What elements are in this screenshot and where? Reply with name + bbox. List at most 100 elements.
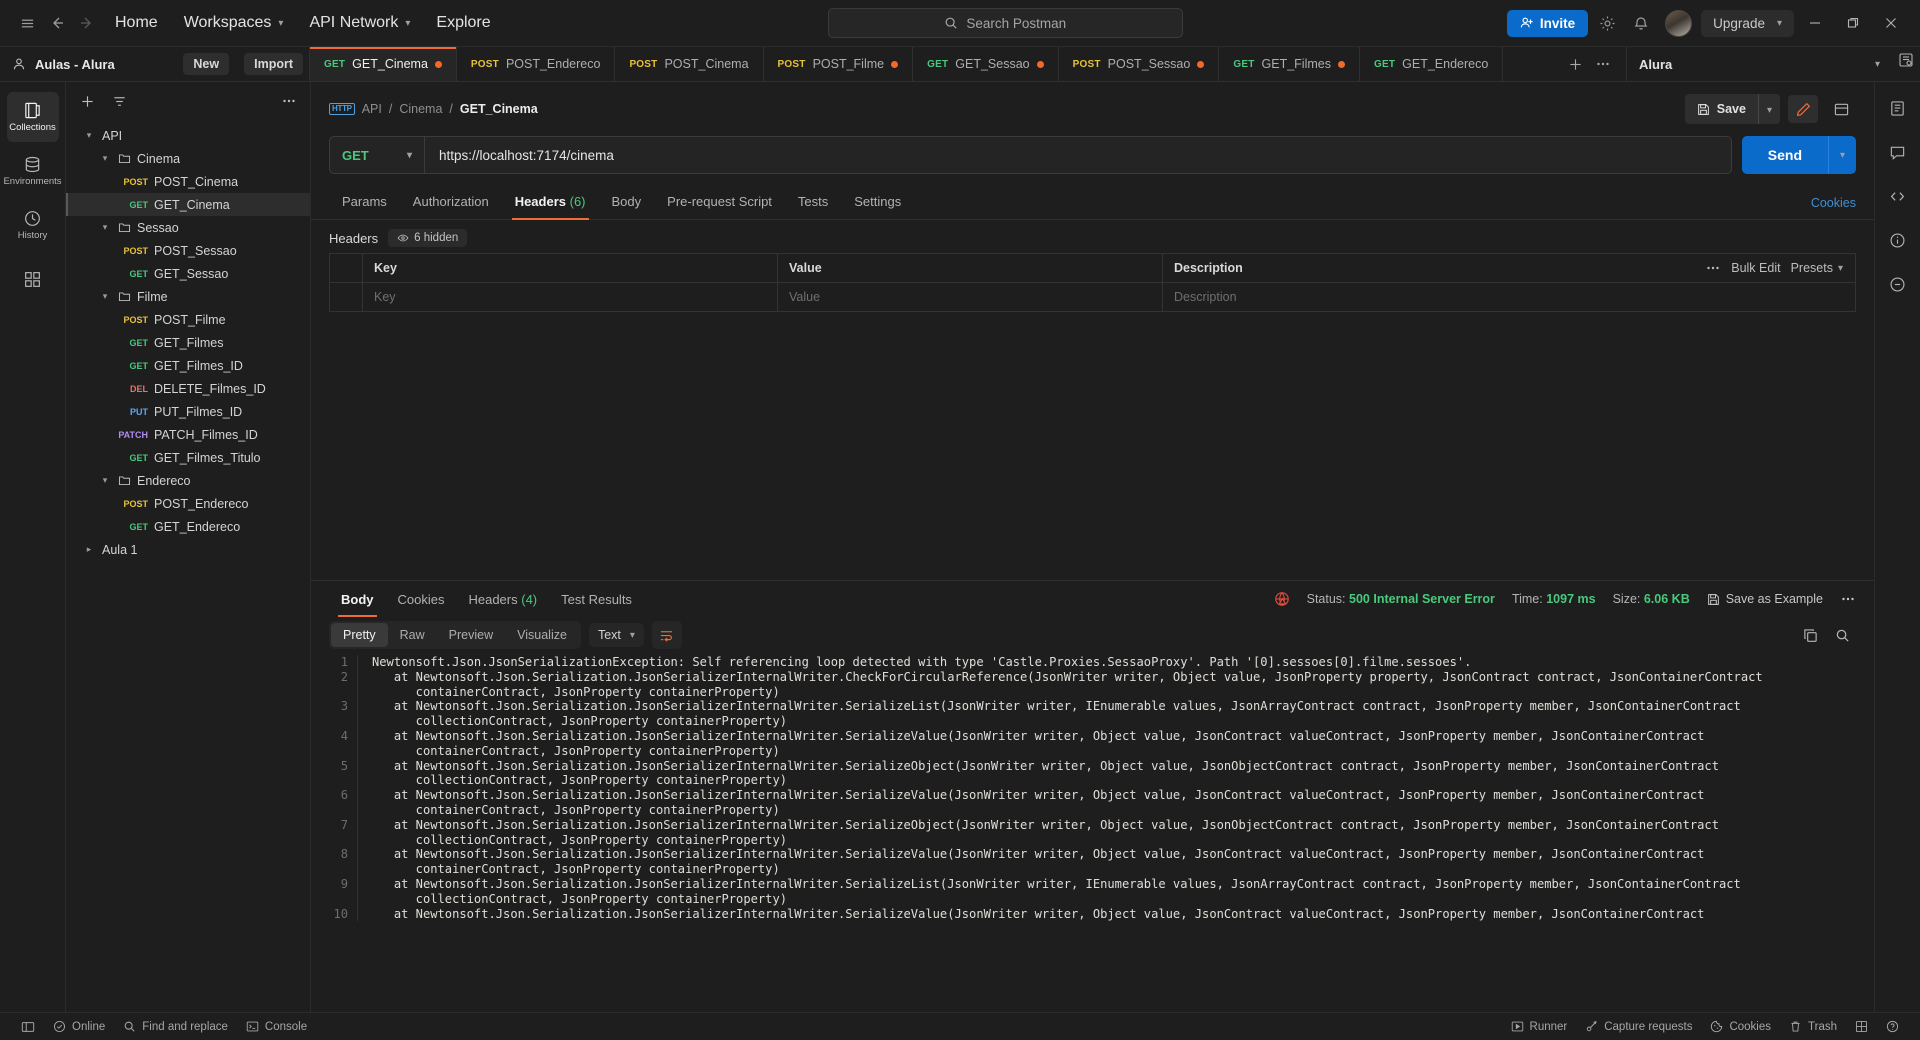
new-tab-icon[interactable] <box>1562 51 1588 77</box>
copy-icon[interactable] <box>1796 621 1824 649</box>
response-body[interactable]: 1 2 3 4 5 6 7 8 9 10 Newtonsoft.Json.JsonSerializ… <box>311 655 1874 1012</box>
chevron-down-icon[interactable]: ▾ <box>98 291 112 302</box>
request-tab-tests[interactable]: Tests <box>785 186 841 219</box>
chevron-down-icon[interactable]: ▾ <box>98 475 112 486</box>
tabs-more-icon[interactable] <box>1590 51 1616 77</box>
import-button[interactable]: Import <box>244 53 303 75</box>
breadcrumb-item-api[interactable]: API <box>362 102 382 116</box>
info-circle-icon[interactable] <box>1882 224 1914 256</box>
gear-icon[interactable] <box>1592 8 1622 38</box>
save-as-example-button[interactable]: Save as Example <box>1707 592 1823 606</box>
tree-request-delete_filmes_id[interactable]: DEL DELETE_Filmes_ID <box>66 377 310 400</box>
request-tab-post_filme[interactable]: POST POST_Filme <box>764 47 914 81</box>
new-button[interactable]: New <box>183 53 230 75</box>
add-collection-icon[interactable] <box>74 88 100 114</box>
request-tab-pre-request-script[interactable]: Pre-request Script <box>654 186 785 219</box>
tree-request-get_cinema[interactable]: GET GET_Cinema <box>66 193 310 216</box>
filter-icon[interactable] <box>106 88 132 114</box>
tree-request-post_cinema[interactable]: POST POST_Cinema <box>66 170 310 193</box>
cell-key[interactable]: Key <box>363 283 778 311</box>
response-tab-cookies[interactable]: Cookies <box>386 583 457 616</box>
tree-folder-sessao[interactable]: ▾ Sessao <box>66 216 310 239</box>
runner-button[interactable]: Runner <box>1502 1017 1577 1036</box>
hidden-headers-toggle[interactable]: 6 hidden <box>388 229 468 247</box>
table-row[interactable]: Key Value Description <box>330 283 1855 311</box>
chevron-down-icon[interactable]: ▾ <box>98 222 112 233</box>
window-close-button[interactable] <box>1874 8 1908 38</box>
row-checkbox-cell[interactable] <box>330 283 363 311</box>
send-dropdown-icon[interactable]: ▾ <box>1828 136 1856 174</box>
response-language-select[interactable]: Text ▾ <box>588 623 644 647</box>
request-tab-params[interactable]: Params <box>329 186 400 219</box>
save-button[interactable]: Save <box>1684 94 1758 124</box>
cell-description[interactable]: Description <box>1163 283 1855 311</box>
format-tab-preview[interactable]: Preview <box>437 623 505 647</box>
back-arrow-icon[interactable] <box>42 8 72 38</box>
hamburger-icon[interactable] <box>12 8 42 38</box>
request-tab-get_cinema[interactable]: GET GET_Cinema <box>310 47 457 81</box>
request-tab-authorization[interactable]: Authorization <box>400 186 502 219</box>
tree-request-get_sessao[interactable]: GET GET_Sessao <box>66 262 310 285</box>
sidebar-more-icon[interactable] <box>276 88 302 114</box>
send-button[interactable]: Send <box>1741 136 1828 174</box>
select-all-cell[interactable] <box>330 254 363 282</box>
edit-pencil-icon[interactable] <box>1788 95 1818 123</box>
window-maximize-button[interactable] <box>1836 8 1870 38</box>
headers-more-icon[interactable] <box>1705 260 1721 276</box>
global-search-input[interactable]: Search Postman <box>827 8 1183 38</box>
tree-request-get_filmes_titulo[interactable]: GET GET_Filmes_Titulo <box>66 446 310 469</box>
console-button[interactable]: Console <box>237 1017 316 1036</box>
request-tab-post_cinema[interactable]: POST POST_Cinema <box>615 47 764 81</box>
chevron-down-icon[interactable]: ▾ <box>82 130 96 141</box>
trash-button[interactable]: Trash <box>1780 1017 1846 1036</box>
capture-requests-button[interactable]: Capture requests <box>1576 1017 1701 1036</box>
response-tab-headers[interactable]: Headers (4) <box>456 583 549 616</box>
response-tab-test-results[interactable]: Test Results <box>549 583 644 616</box>
format-tab-visualize[interactable]: Visualize <box>505 623 579 647</box>
request-tab-get_endereco[interactable]: GET GET_Endereco <box>1360 47 1504 81</box>
request-tab-post_endereco[interactable]: POST POST_Endereco <box>457 47 616 81</box>
format-tab-pretty[interactable]: Pretty <box>331 623 388 647</box>
help-icon[interactable] <box>1877 1017 1908 1036</box>
http-method-select[interactable]: GET ▾ <box>330 137 425 173</box>
bell-icon[interactable] <box>1626 8 1656 38</box>
tree-request-post_endereco[interactable]: POST POST_Endereco <box>66 492 310 515</box>
rail-item-apps[interactable] <box>7 254 59 304</box>
nav-api-network[interactable]: API Network ▾ <box>296 8 423 38</box>
tree-folder-aula 1[interactable]: ▸ Aula 1 <box>66 538 310 561</box>
response-tab-body[interactable]: Body <box>329 583 386 617</box>
rail-item-collections[interactable]: Collections <box>6 92 59 142</box>
window-minimize-button[interactable] <box>1798 8 1832 38</box>
request-tab-headers[interactable]: Headers (6) <box>502 186 599 220</box>
comments-icon[interactable] <box>1882 136 1914 168</box>
tree-request-get_endereco[interactable]: GET GET_Endereco <box>66 515 310 538</box>
breadcrumb-item-cinema[interactable]: Cinema <box>399 102 442 116</box>
request-tab-body[interactable]: Body <box>599 186 655 219</box>
rail-item-environments[interactable]: Environments <box>3 146 62 196</box>
request-tab-settings[interactable]: Settings <box>841 186 914 219</box>
chevron-down-icon[interactable]: ▾ <box>98 153 112 164</box>
rail-item-history[interactable]: History <box>7 200 59 250</box>
nav-explore[interactable]: Explore <box>423 8 503 38</box>
tree-request-put_filmes_id[interactable]: PUT PUT_Filmes_ID <box>66 400 310 423</box>
response-more-icon[interactable] <box>1840 591 1856 607</box>
tree-folder-cinema[interactable]: ▾ Cinema <box>66 147 310 170</box>
url-input[interactable] <box>425 137 1731 173</box>
code-icon[interactable] <box>1882 180 1914 212</box>
nav-workspaces[interactable]: Workspaces ▾ <box>171 8 297 38</box>
cookies-link[interactable]: Cookies <box>1811 196 1856 210</box>
wrap-lines-icon[interactable] <box>651 621 682 649</box>
avatar[interactable] <box>1665 9 1693 37</box>
info-detail-icon[interactable] <box>1882 268 1914 300</box>
environment-quick-look-icon[interactable] <box>1892 47 1920 73</box>
presets-button[interactable]: Presets ▾ <box>1791 261 1843 275</box>
forward-arrow-icon[interactable] <box>72 8 102 38</box>
nav-home[interactable]: Home <box>102 8 171 38</box>
cookies-button[interactable]: Cookies <box>1701 1017 1780 1036</box>
request-tab-get_filmes[interactable]: GET GET_Filmes <box>1219 47 1360 81</box>
online-status[interactable]: Online <box>44 1017 114 1036</box>
tree-folder-api[interactable]: ▾ API <box>66 124 310 147</box>
request-tab-post_sessao[interactable]: POST POST_Sessao <box>1059 47 1220 81</box>
upgrade-button[interactable]: Upgrade ▾ <box>1701 9 1794 37</box>
environment-selector[interactable]: Alura ▾ <box>1627 47 1892 81</box>
